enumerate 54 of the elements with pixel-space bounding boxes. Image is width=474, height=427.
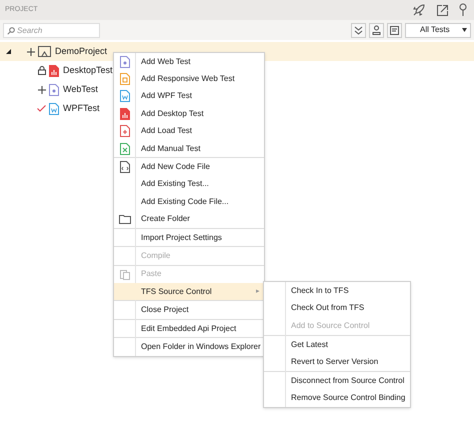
tree-item[interactable]: WebTest	[63, 82, 98, 96]
external-link-icon[interactable]	[436, 4, 449, 16]
monitor-icon	[38, 46, 51, 57]
menu-item[interactable]: Add Existing Test...	[114, 176, 264, 194]
menu-item[interactable]: Import Project Settings	[114, 228, 264, 246]
folder-icon	[118, 214, 130, 224]
dropdown-caret-icon	[462, 28, 467, 32]
tree-item[interactable]: WPFTest	[63, 102, 100, 116]
w-document-icon	[49, 102, 59, 114]
w-document-icon	[120, 90, 130, 102]
menu-item[interactable]: Add Manual Test	[114, 140, 264, 158]
menu-item[interactable]: Check Out from TFS	[264, 300, 410, 318]
lock-icon	[38, 66, 46, 75]
menu-item[interactable]: Get Latest	[264, 336, 410, 354]
search-icon	[7, 26, 15, 34]
plus-icon	[27, 48, 35, 56]
menu-item[interactable]: Close Project	[114, 301, 264, 319]
menu-item[interactable]: Add Load Test	[114, 122, 264, 140]
plus-document-icon	[120, 125, 130, 138]
search-field[interactable]: Search	[3, 22, 100, 38]
menu-item[interactable]: Remove Source Control Binding	[264, 390, 410, 408]
rocket-icon[interactable]	[412, 3, 426, 17]
expand-arrow-icon[interactable]	[6, 49, 11, 54]
user-button[interactable]	[369, 22, 384, 38]
tree-label: DemoProject	[55, 44, 108, 58]
user-icon	[372, 25, 381, 35]
menu-item[interactable]: Add Existing Code File...	[114, 193, 264, 211]
menu-item[interactable]: Disconnect from Source Control	[264, 372, 410, 390]
menu-item[interactable]: Add Desktop Test	[114, 105, 264, 123]
menu-item[interactable]: Add WPF Test	[114, 88, 264, 106]
pin-icon[interactable]	[459, 3, 467, 17]
code-document-icon	[120, 161, 130, 174]
check-icon	[37, 105, 46, 112]
menu-item[interactable]: Edit Embedded Api Project	[114, 320, 264, 338]
menu-item[interactable]: Add Responsive Web Test	[114, 70, 264, 88]
double-chevron-icon	[354, 26, 363, 34]
list-icon	[390, 26, 399, 34]
plus-icon	[38, 86, 46, 94]
web-document-icon	[49, 84, 59, 96]
collapse-button[interactable]	[351, 22, 366, 38]
menu-item[interactable]: Create Folder	[114, 210, 264, 228]
filter-dropdown[interactable]: All Tests	[405, 22, 471, 38]
document-icon	[120, 73, 130, 86]
menu-item[interactable]: Check In to TFS	[264, 282, 410, 300]
x-document-icon	[120, 142, 130, 155]
clipboard-icon	[120, 268, 130, 280]
chart-document-icon	[49, 64, 59, 76]
list-button[interactable]	[387, 22, 402, 38]
tree-item[interactable]: DesktopTest	[63, 64, 113, 78]
web-document-icon	[120, 56, 130, 68]
menu-item[interactable]: Revert to Server Version	[264, 353, 410, 371]
chart-document-icon	[120, 108, 130, 120]
menu-item[interactable]: Open Folder in Windows Explorer	[114, 338, 264, 356]
menu-item[interactable]: Add New Code File	[114, 158, 264, 176]
